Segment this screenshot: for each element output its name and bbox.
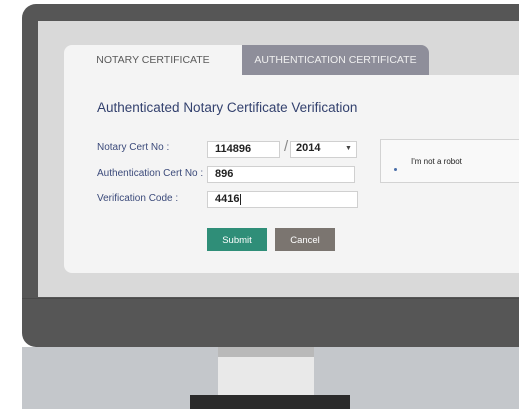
bezel-divider [22, 298, 519, 299]
recaptcha-label: I'm not a robot [411, 157, 462, 166]
submit-button[interactable]: Submit [207, 228, 267, 251]
monitor-stand-base [190, 395, 350, 409]
recaptcha-checkbox-icon[interactable] [394, 168, 397, 171]
chevron-down-icon: ▼ [345, 145, 352, 152]
verification-code-label: Verification Code : [97, 193, 179, 204]
year-select-value: 2014 [296, 142, 321, 154]
auth-cert-input[interactable]: 896 [207, 166, 355, 183]
tab-authentication-certificate[interactable]: AUTHENTICATION CERTIFICATE [242, 45, 429, 75]
cancel-button[interactable]: Cancel [275, 228, 335, 251]
notary-cert-input[interactable]: 114896 [207, 141, 280, 158]
text-caret [240, 193, 242, 205]
tab-notary-certificate[interactable]: NOTARY CERTIFICATE [64, 45, 242, 75]
verification-form: Authenticated Notary Certificate Verific… [64, 75, 519, 273]
verification-code-value: 4416 [215, 193, 240, 205]
form-title: Authenticated Notary Certificate Verific… [97, 100, 358, 115]
recaptcha-widget[interactable]: I'm not a robot [380, 139, 519, 183]
monitor-stand-shadow [218, 347, 314, 357]
certificate-tabs: NOTARY CERTIFICATE AUTHENTICATION CERTIF… [64, 45, 429, 75]
auth-cert-label: Authentication Cert No : [97, 168, 204, 179]
cert-separator: / [284, 138, 289, 155]
notary-cert-label: Notary Cert No : [97, 142, 170, 153]
verification-code-input[interactable]: 4416 [207, 191, 358, 208]
